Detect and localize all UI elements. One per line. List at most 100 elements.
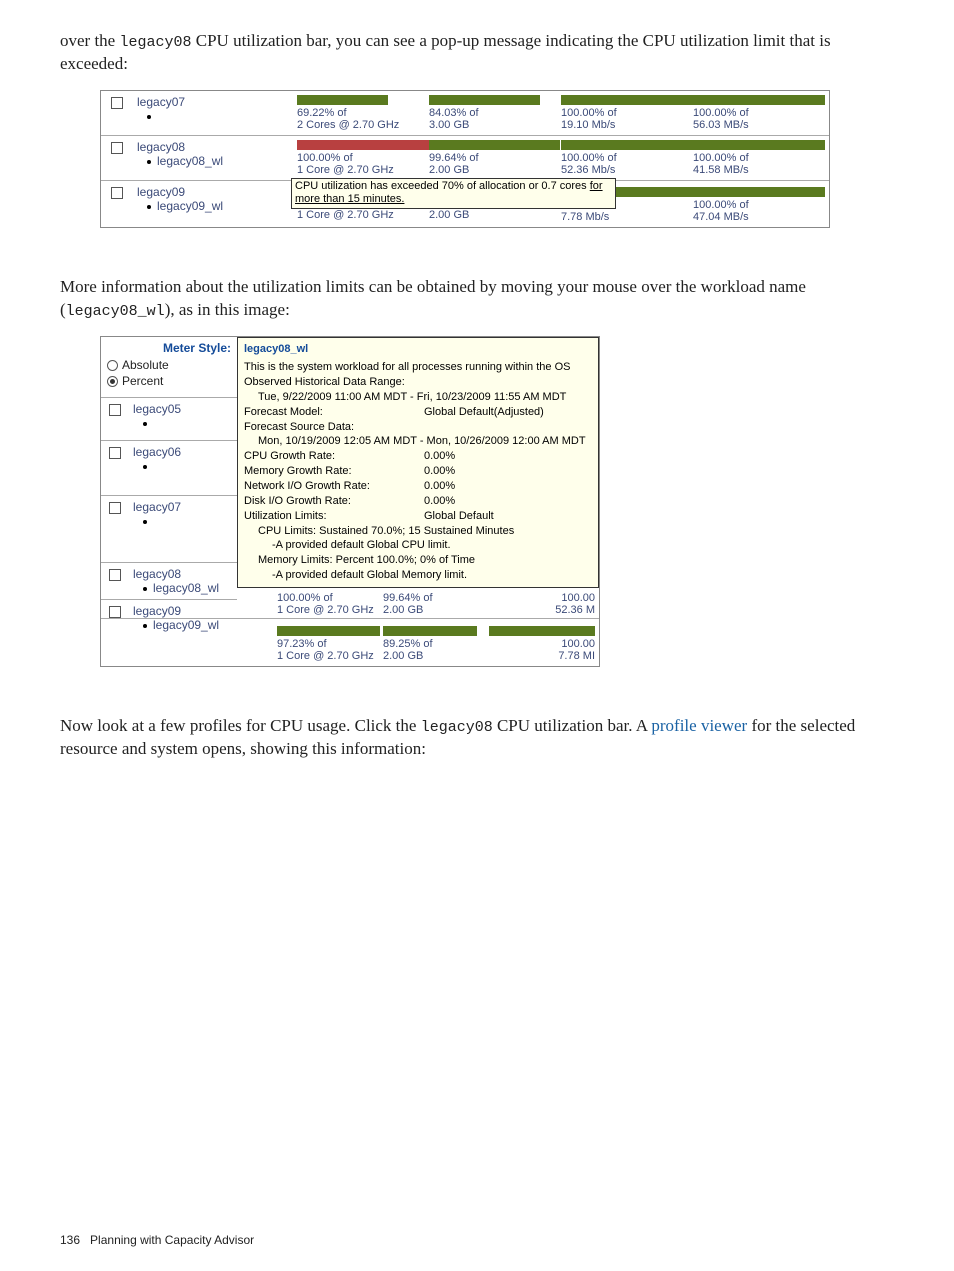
val: 2.00 GB: [429, 164, 561, 176]
val: 97.23% of: [277, 638, 383, 650]
system-name[interactable]: legacy08: [133, 567, 233, 581]
checkbox[interactable]: [109, 606, 121, 618]
system-name[interactable]: legacy07: [137, 95, 289, 109]
val: 100.00% of: [297, 152, 429, 164]
val: 2 Cores @ 2.70 GHz: [297, 119, 429, 131]
val: 56.03 MB/s: [693, 119, 825, 131]
code-legacy08b: legacy08: [421, 719, 493, 736]
t: Memory Limits: Percent 100.0%; 0% of Tim…: [244, 553, 592, 568]
bar-disk[interactable]: [693, 140, 825, 150]
checkbox[interactable]: [109, 569, 121, 581]
val: 2.00 GB: [383, 650, 489, 662]
screenshot-2: Meter Style: Absolute Percent legacy05 l…: [100, 336, 600, 667]
t: Utilization Limits:: [244, 509, 424, 524]
val: 2.00 GB: [383, 604, 489, 616]
code-legacy08-wl: legacy08_wl: [66, 303, 165, 320]
checkbox[interactable]: [111, 97, 123, 109]
val: 52.36 M: [489, 604, 595, 616]
t: Global Default: [424, 509, 494, 524]
page-footer: 136 Planning with Capacity Advisor: [60, 1233, 254, 1247]
checkbox[interactable]: [111, 187, 123, 199]
val: 100.00% of: [693, 152, 825, 164]
val: 100.00% of: [693, 107, 825, 119]
t: Tue, 9/22/2009 11:00 AM MDT - Fri, 10/23…: [244, 390, 592, 405]
system-name[interactable]: legacy09: [137, 185, 289, 199]
bar-disk[interactable]: [693, 95, 825, 105]
bar-disk[interactable]: [693, 187, 825, 197]
link-profile-viewer[interactable]: profile viewer: [651, 716, 747, 735]
t: 0.00%: [424, 494, 455, 509]
text: over the: [60, 31, 119, 50]
t: CPU Growth Rate:: [244, 449, 424, 464]
t: Forecast Source Data:: [244, 420, 592, 435]
checkbox[interactable]: [111, 142, 123, 154]
checkbox[interactable]: [109, 502, 121, 514]
label: Absolute: [122, 358, 169, 372]
code-legacy08: legacy08: [119, 34, 191, 51]
system-name[interactable]: legacy05: [133, 402, 233, 416]
bullet-icon: [147, 205, 151, 209]
val: 1 Core @ 2.70 GHz: [297, 209, 429, 221]
val: 1 Core @ 2.70 GHz: [277, 650, 383, 662]
workload-name[interactable]: legacy08_wl: [157, 154, 223, 168]
system-name[interactable]: legacy06: [133, 445, 233, 459]
val: 100.00: [489, 592, 595, 604]
system-name[interactable]: legacy08: [137, 140, 289, 154]
bullet-icon: [143, 520, 147, 524]
row-legacy08: legacy08 legacy08_wl 100.00% of 1 Core @…: [101, 135, 829, 180]
workload-name[interactable]: legacy08_wl: [153, 581, 219, 595]
tooltip-text: CPU utilization has exceeded 70% of allo…: [295, 180, 603, 205]
bar-net[interactable]: [561, 140, 693, 150]
checkbox[interactable]: [109, 404, 121, 416]
bullet-icon: [147, 160, 151, 164]
bullet-icon: [143, 465, 147, 469]
bar-net[interactable]: [561, 95, 693, 105]
val: 2.00 GB: [429, 209, 561, 221]
val: 100.00% of: [693, 199, 825, 211]
radio-percent[interactable]: Percent: [101, 373, 237, 389]
screenshot-1: legacy07 69.22% of 2 Cores @ 2.70 GHz 84…: [100, 90, 830, 228]
bullet-icon: [143, 422, 147, 426]
system-name[interactable]: legacy09: [133, 604, 233, 618]
row-legacy09: legacy09 legacy09_wl CPU utilization has…: [101, 180, 829, 227]
row-legacy08: legacy08legacy08_wl: [101, 562, 237, 599]
val: 89.25% of: [383, 638, 489, 650]
radio-icon: [107, 360, 118, 371]
t: Memory Growth Rate:: [244, 464, 424, 479]
val: 7.78 Mb/s: [561, 211, 693, 223]
checkbox[interactable]: [109, 447, 121, 459]
page-number: 136: [60, 1233, 80, 1247]
bar-cpu[interactable]: [297, 95, 429, 105]
tooltip-title: legacy08_wl: [244, 342, 592, 357]
radio-absolute[interactable]: Absolute: [101, 357, 237, 373]
bar-mem[interactable]: [383, 626, 489, 636]
bar-cpu[interactable]: [277, 626, 383, 636]
bar-mem[interactable]: [429, 140, 561, 150]
footer-title: Planning with Capacity Advisor: [90, 1233, 254, 1247]
val: 100.00% of: [561, 152, 693, 164]
row-legacy07: legacy07: [101, 495, 237, 562]
workload-name[interactable]: legacy09_wl: [157, 199, 223, 213]
bar-mem[interactable]: [429, 95, 561, 105]
text: ), as in this image:: [165, 300, 290, 319]
system-name[interactable]: legacy07: [133, 500, 233, 514]
meter-style-label: Meter Style:: [101, 337, 237, 357]
val: 47.04 MB/s: [693, 211, 825, 223]
val: 99.64% of: [383, 592, 489, 604]
val: 100.00% of: [277, 592, 383, 604]
bar-cpu-exceeded[interactable]: [297, 140, 429, 150]
text: CPU utilization bar. A: [493, 716, 652, 735]
val: 1 Core @ 2.70 GHz: [277, 604, 383, 616]
val: 41.58 MB/s: [693, 164, 825, 176]
t: Disk I/O Growth Rate:: [244, 494, 424, 509]
val: 52.36 Mb/s: [561, 164, 693, 176]
paragraph-3: Now look at a few profiles for CPU usage…: [60, 715, 894, 761]
bar-net[interactable]: [489, 626, 595, 636]
workload-tooltip: legacy08_wl This is the system workload …: [237, 337, 599, 588]
text: Now look at a few profiles for CPU usage…: [60, 716, 421, 735]
t: Mon, 10/19/2009 12:05 AM MDT - Mon, 10/2…: [244, 434, 592, 449]
val: 3.00 GB: [429, 119, 561, 131]
val: 19.10 Mb/s: [561, 119, 693, 131]
row-legacy06: legacy06: [101, 440, 237, 495]
val: 69.22% of: [297, 107, 429, 119]
